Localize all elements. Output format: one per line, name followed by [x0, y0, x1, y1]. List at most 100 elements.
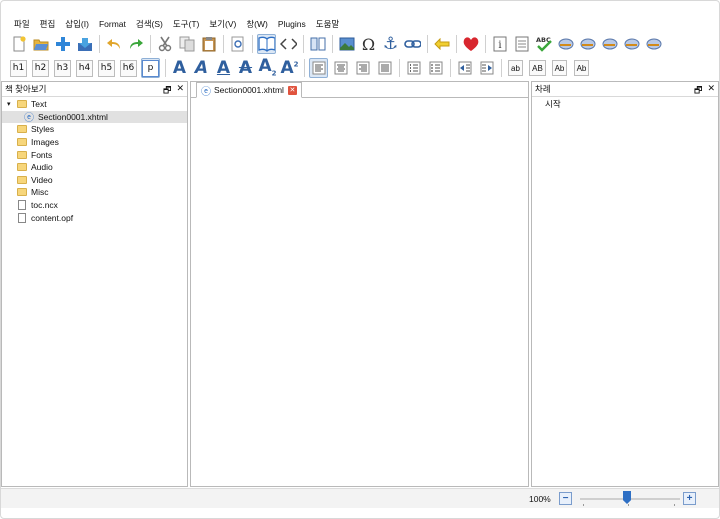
- tree-item-content-opf[interactable]: content.opf: [2, 211, 187, 224]
- menu-window[interactable]: 창(W): [241, 18, 273, 30]
- zoom-slider-thumb[interactable]: [623, 491, 631, 504]
- tab-label: Section0001.xhtml: [214, 85, 284, 95]
- validate-button-3[interactable]: [600, 34, 619, 54]
- sentence-case-button[interactable]: Ab: [550, 58, 569, 78]
- subscript-icon: A2: [258, 56, 277, 78]
- tree-item-video[interactable]: Video: [2, 174, 187, 187]
- toolbar-separator: [223, 35, 224, 53]
- tree-item-misc[interactable]: Misc: [2, 186, 187, 199]
- heading-h1-label: h1: [10, 59, 27, 77]
- insert-link-button[interactable]: [403, 34, 422, 54]
- heading-h3-button[interactable]: h3: [53, 58, 72, 78]
- heading-h2-button[interactable]: h2: [31, 58, 50, 78]
- tree-item-styles[interactable]: Styles: [2, 123, 187, 136]
- donate-button[interactable]: [461, 34, 480, 54]
- lowercase-button[interactable]: ab: [506, 58, 525, 78]
- bold-button[interactable]: A: [170, 58, 189, 78]
- metadata-button[interactable]: i: [490, 34, 509, 54]
- save-button[interactable]: [75, 34, 94, 54]
- heading-h1-button[interactable]: h1: [9, 58, 28, 78]
- validate-button-2[interactable]: [578, 34, 597, 54]
- paste-button[interactable]: [199, 34, 218, 54]
- menu-file[interactable]: 파일: [9, 18, 35, 30]
- validate-icon: [602, 38, 618, 50]
- tree-item-audio[interactable]: Audio: [2, 161, 187, 174]
- tree-item-section0001[interactable]: ⓔ Section0001.xhtml: [2, 110, 187, 124]
- validate-button-4[interactable]: [622, 34, 641, 54]
- zoom-in-button[interactable]: +: [683, 492, 696, 505]
- code-view-button[interactable]: [279, 34, 298, 54]
- bullet-list-button[interactable]: [404, 58, 423, 78]
- menu-insert[interactable]: 삽입(I): [60, 18, 94, 30]
- numbered-list-button[interactable]: [426, 58, 445, 78]
- menu-edit[interactable]: 편집: [35, 18, 61, 30]
- app-window: 파일 편집 삽입(I) Format 검색(S) 도구(T) 보기(V) 창(W…: [0, 0, 720, 519]
- zoom-out-button[interactable]: −: [559, 492, 572, 505]
- copy-button[interactable]: [177, 34, 196, 54]
- new-file-button[interactable]: [9, 34, 28, 54]
- toolbar-separator: [99, 35, 100, 53]
- spellcheck-button[interactable]: ABC: [534, 34, 553, 54]
- undo-button[interactable]: [104, 34, 123, 54]
- book-view-button[interactable]: [257, 34, 276, 54]
- code-icon: [280, 38, 297, 50]
- tree-item-toc-ncx[interactable]: toc.ncx: [2, 199, 187, 212]
- toc-header: 차례 🗗 ✕: [532, 82, 718, 97]
- close-panel-icon[interactable]: ✕: [176, 83, 184, 99]
- menu-format[interactable]: Format: [94, 19, 131, 29]
- tree-item-fonts[interactable]: Fonts: [2, 148, 187, 161]
- file-tree: ▾ Text ⓔ Section0001.xhtml Styles Images F…: [2, 97, 187, 224]
- cut-button[interactable]: [155, 34, 174, 54]
- add-button[interactable]: [53, 34, 72, 54]
- spellcheck-icon: ABC: [536, 36, 552, 52]
- tree-item-images[interactable]: Images: [2, 136, 187, 149]
- close-panel-icon[interactable]: ✕: [707, 83, 715, 99]
- find-button[interactable]: [228, 34, 247, 54]
- menu-view[interactable]: 보기(V): [204, 18, 241, 30]
- align-right-button[interactable]: [353, 58, 372, 78]
- back-button[interactable]: [432, 34, 451, 54]
- toolbar-separator: [165, 59, 166, 77]
- menu-help[interactable]: 도움말: [311, 18, 344, 30]
- paragraph-button[interactable]: p: [141, 58, 160, 78]
- increase-indent-button[interactable]: [477, 58, 496, 78]
- menu-search[interactable]: 검색(S): [131, 18, 168, 30]
- decrease-indent-button[interactable]: [455, 58, 474, 78]
- special-char-button[interactable]: Ω: [359, 34, 378, 54]
- menu-tools[interactable]: 도구(T): [168, 18, 205, 30]
- info-icon: i: [493, 36, 506, 52]
- align-center-button[interactable]: [331, 58, 350, 78]
- editor-canvas[interactable]: [191, 98, 528, 486]
- float-panel-icon[interactable]: 🗗: [694, 83, 702, 99]
- heading-h6-label: h6: [120, 59, 137, 77]
- insert-image-button[interactable]: [337, 34, 356, 54]
- toc-item[interactable]: 시작: [532, 98, 718, 111]
- title-case-button[interactable]: Ab: [572, 58, 591, 78]
- redo-button[interactable]: [126, 34, 145, 54]
- superscript-button[interactable]: A2: [280, 58, 299, 78]
- align-left-button[interactable]: [309, 58, 328, 78]
- menu-plugins[interactable]: Plugins: [273, 19, 311, 29]
- align-justify-button[interactable]: [375, 58, 394, 78]
- italic-button[interactable]: A: [192, 58, 211, 78]
- subscript-button[interactable]: A2: [258, 58, 277, 78]
- table-of-contents-button[interactable]: [512, 34, 531, 54]
- insert-anchor-button[interactable]: ⚓: [381, 34, 400, 54]
- float-panel-icon[interactable]: 🗗: [163, 83, 171, 99]
- uppercase-button[interactable]: AB: [528, 58, 547, 78]
- align-left-icon: [312, 61, 325, 75]
- underline-button[interactable]: A: [214, 58, 233, 78]
- close-tab-icon[interactable]: ✕: [287, 85, 297, 95]
- heading-h5-button[interactable]: h5: [97, 58, 116, 78]
- tab-section0001[interactable]: ⓔ Section0001.xhtml ✕: [196, 82, 302, 98]
- validate-button-1[interactable]: [556, 34, 575, 54]
- heading-h4-button[interactable]: h4: [75, 58, 94, 78]
- save-icon: [77, 37, 92, 51]
- validate-button-5[interactable]: [644, 34, 663, 54]
- chevron-down-icon[interactable]: ▾: [7, 100, 17, 108]
- heading-h6-button[interactable]: h6: [119, 58, 138, 78]
- strikethrough-button[interactable]: A: [236, 58, 255, 78]
- open-button[interactable]: [31, 34, 50, 54]
- split-view-button[interactable]: [308, 34, 327, 54]
- split-icon: [310, 37, 325, 51]
